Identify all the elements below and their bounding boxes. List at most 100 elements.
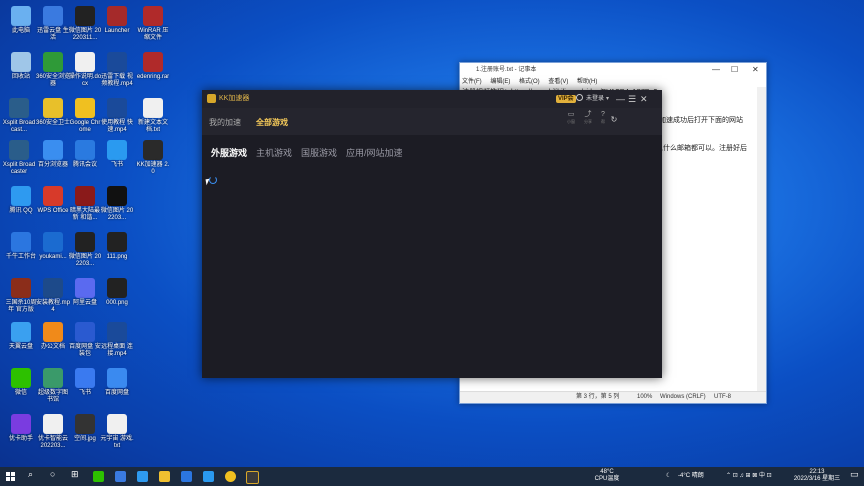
desktop-icon[interactable]: edenring.rar xyxy=(136,52,170,81)
desktop-icon[interactable]: Google Chrome xyxy=(68,98,102,134)
desktop-icon[interactable]: 腾讯会议 xyxy=(68,140,102,169)
desktop-icon[interactable]: 安装教程.mp4 xyxy=(36,278,70,314)
refresh-icon[interactable]: ↻ xyxy=(607,115,621,124)
desktop-icon[interactable]: 飞书 xyxy=(68,368,102,397)
desktop-icon-label: 百分浏览器 xyxy=(37,162,68,168)
qq-taskbar-icon[interactable] xyxy=(137,471,148,482)
menu-button[interactable]: ☰ xyxy=(628,90,636,108)
desktop-icon[interactable]: 超级数字图书馆 xyxy=(36,368,70,404)
minimize-button[interactable]: — xyxy=(616,90,625,108)
tray-icons[interactable]: ⌃ ⊡ ♫ ⊞ ⊠ 中 ⊡ xyxy=(726,473,772,480)
start-button[interactable] xyxy=(6,472,15,481)
file-explorer-icon[interactable] xyxy=(159,471,170,482)
desktop-icon-label: 此电脑 xyxy=(11,28,30,34)
notification-icon[interactable]: ▭ xyxy=(850,470,859,479)
vip-badge[interactable]: VIP会 xyxy=(556,95,576,103)
menu-help[interactable]: 帮助(H) xyxy=(577,79,597,85)
tab-my-accelerations[interactable]: 我的加速 xyxy=(209,117,241,128)
menu-edit[interactable]: 编辑(E) xyxy=(490,79,510,85)
desktop-icon[interactable]: WPS Office xyxy=(36,186,70,215)
login-status[interactable]: 未登录 xyxy=(586,90,604,108)
desktop-icon[interactable]: 百度网盘 安装包 xyxy=(68,322,102,358)
mini-window-button[interactable]: ▭ 小窗 xyxy=(564,111,578,125)
desktop-icon[interactable]: 阿里云盘 xyxy=(68,278,102,307)
desktop-icon-label: 微信图片 20220311... xyxy=(68,28,102,41)
desktop-icon[interactable]: KK加速器 2.0 xyxy=(136,140,170,176)
desktop-icon[interactable]: Launcher xyxy=(100,6,134,35)
subtab-domestic-games[interactable]: 国服游戏 xyxy=(301,146,337,159)
feishu-taskbar-icon[interactable] xyxy=(115,471,126,482)
taskbar: ⌕ ○ ⊞ 48°C CPU温度 ☾ -4°C 晴朗 ⌃ ⊡ ♫ ⊞ ⊠ 中 ⊡… xyxy=(0,467,864,486)
desktop-icon[interactable]: 千牛工作台 xyxy=(4,232,38,261)
desktop-icon[interactable]: 迅雷云盘 生活 xyxy=(36,6,70,42)
task-view-icon[interactable]: ⊞ xyxy=(71,470,79,479)
notepad-title: 1.注册账号.txt - 记事本 xyxy=(476,67,537,73)
search-icon[interactable]: ⌕ xyxy=(28,470,33,479)
help-label: 帮 xyxy=(601,119,605,124)
desktop-icon[interactable]: 微信 xyxy=(4,368,38,397)
subtab-console-games[interactable]: 主机游戏 xyxy=(256,146,292,159)
desktop-icon-label: 微信图片 202203... xyxy=(100,208,134,221)
desktop-icon[interactable]: 微信图片 202203... xyxy=(68,232,102,268)
desktop-icon[interactable]: 此电脑 xyxy=(4,6,38,35)
cortana-icon[interactable]: ○ xyxy=(50,470,55,479)
desktop-icon-label: 360安全卫士 xyxy=(36,120,71,126)
desktop-icon[interactable]: 回收站 xyxy=(4,52,38,81)
desktop-icon[interactable]: 百度网盘 xyxy=(100,368,134,397)
chrome-taskbar-icon[interactable] xyxy=(225,471,236,482)
subtab-overseas-games[interactable]: 外服游戏 xyxy=(211,146,247,159)
desktop-icon[interactable]: 111.png xyxy=(100,232,134,261)
desktop-icon-image xyxy=(107,98,127,118)
wechat-taskbar-icon[interactable] xyxy=(93,471,104,482)
desktop-icon[interactable]: 微信图片 202203... xyxy=(100,186,134,222)
desktop-icon[interactable]: 暗黑大陆最新 和谐... xyxy=(68,186,102,222)
chevron-down-icon[interactable]: ▾ xyxy=(606,90,609,108)
close-button[interactable]: ✕ xyxy=(640,90,648,108)
desktop-icon[interactable]: 迅雷下载 视频教程.mp4 xyxy=(100,52,134,88)
desktop-icon[interactable]: youkami... xyxy=(36,232,70,261)
desktop-icon-label: WinRAR 压缩文件 xyxy=(137,28,169,41)
desktop-icon[interactable]: 办公文档 xyxy=(36,322,70,351)
desktop-icon[interactable]: 三国杀10周年 官方版 xyxy=(4,278,38,314)
user-icon[interactable] xyxy=(576,94,583,101)
desktop-icon[interactable]: 360安全浏览器 xyxy=(36,52,70,88)
desktop-icon[interactable]: 空间.jpg xyxy=(68,414,102,443)
menu-view[interactable]: 查看(V) xyxy=(548,79,568,85)
maximize-button[interactable]: ☐ xyxy=(731,63,738,77)
clock[interactable]: 22:13 2022/3/16 星期三 xyxy=(790,469,844,483)
menu-file[interactable]: 文件(F) xyxy=(462,79,482,85)
vertical-scrollbar[interactable] xyxy=(757,87,766,391)
desktop-icon[interactable]: 优卡智能云 202203... xyxy=(36,414,70,450)
subtab-app-web-accel[interactable]: 应用/网站加速 xyxy=(346,146,403,159)
kk-taskbar-icon[interactable] xyxy=(246,471,259,484)
desktop-icon[interactable]: Xsplit Broadcast... xyxy=(2,98,36,134)
desktop-icon-label: 微信图片 202203... xyxy=(68,254,102,267)
cpu-temp-widget[interactable]: 48°C CPU温度 xyxy=(590,469,624,483)
notepad-titlebar[interactable]: 1.注册账号.txt - 记事本 — ☐ ✕ xyxy=(460,63,766,77)
desktop-icon[interactable]: 远程桌面 连接.mp4 xyxy=(100,322,134,358)
desktop-icon[interactable]: Xsplit Broadcaster xyxy=(2,140,36,176)
desktop-icon-label: 空间.jpg xyxy=(74,436,96,442)
menu-format[interactable]: 格式(O) xyxy=(519,79,540,85)
desktop-icon[interactable]: 使用教程 快速.mp4 xyxy=(100,98,134,134)
desktop-icon[interactable]: 腾讯 QQ xyxy=(4,186,38,215)
kk-titlebar[interactable]: KK加速器 VIP会 未登录 ▾ — ☰ ✕ xyxy=(202,90,662,108)
weather-widget[interactable]: -4°C 晴朗 xyxy=(678,473,704,480)
desktop-icon[interactable]: 元宇宙 游戏.txt xyxy=(100,414,134,450)
desktop-icon[interactable]: 天翼云盘 xyxy=(4,322,38,351)
qianniu-taskbar-icon[interactable] xyxy=(181,471,192,482)
desktop-icon[interactable]: 操作说明.docx xyxy=(68,52,102,88)
screenshot-taskbar-icon[interactable] xyxy=(203,471,214,482)
desktop-icon[interactable]: 微信图片 20220311... xyxy=(68,6,102,42)
desktop-icon[interactable]: 新建文本文档.txt xyxy=(136,98,170,134)
share-button[interactable]: ⤴ 分享 xyxy=(581,111,595,125)
desktop-icon[interactable]: 000.png xyxy=(100,278,134,307)
close-button[interactable]: ✕ xyxy=(752,63,759,77)
desktop-icon[interactable]: 飞书 xyxy=(100,140,134,169)
desktop-icon[interactable]: 百分浏览器 xyxy=(36,140,70,169)
desktop-icon[interactable]: WinRAR 压缩文件 xyxy=(136,6,170,42)
desktop-icon[interactable]: 优卡助手 xyxy=(4,414,38,443)
desktop-icon[interactable]: 360安全卫士 xyxy=(36,98,70,127)
tab-all-games[interactable]: 全部游戏 xyxy=(256,117,288,128)
minimize-button[interactable]: — xyxy=(712,63,720,77)
